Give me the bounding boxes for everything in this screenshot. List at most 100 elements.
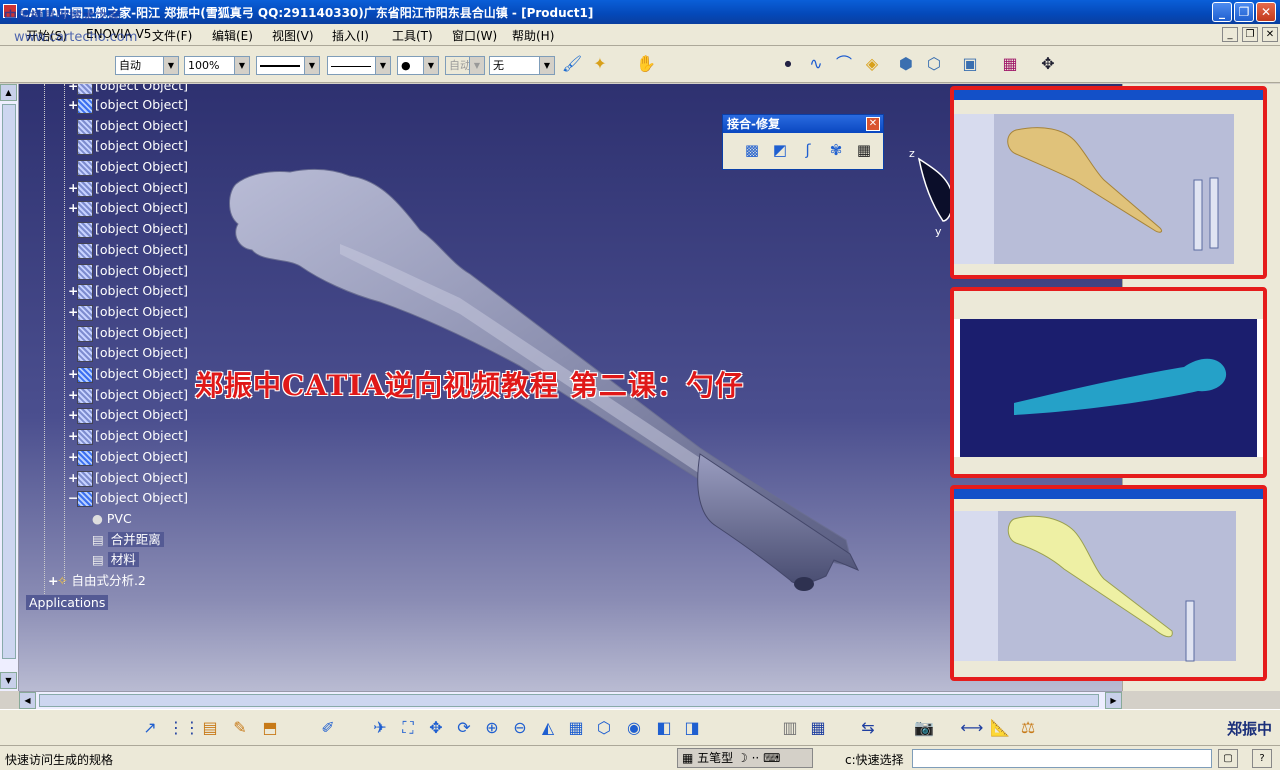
command-input[interactable]	[912, 749, 1212, 768]
select-icon[interactable]: ↗	[138, 716, 162, 740]
point-icon[interactable]: ●	[776, 52, 800, 76]
shading-icon[interactable]: ◉	[622, 716, 646, 740]
disassemble-icon[interactable]: ▦	[853, 139, 875, 161]
scroll-up-icon[interactable]: ▲	[0, 84, 17, 101]
expand-icon[interactable]: +	[68, 281, 78, 301]
menu-window[interactable]: 窗口(W)	[452, 27, 497, 44]
close-button[interactable]: ✕	[1256, 2, 1276, 22]
tree-node[interactable]: − [object Object]	[68, 488, 188, 508]
menu-edit[interactable]: 编辑(E)	[212, 27, 253, 44]
hand-icon[interactable]: ✋	[634, 52, 658, 76]
tree-node[interactable]: + [object Object]	[68, 95, 188, 115]
minimize-button[interactable]: _	[1212, 2, 1232, 22]
box-icon[interactable]: ⬒	[258, 716, 282, 740]
tree-node[interactable]: + [object Object]	[68, 302, 188, 322]
multi-view-icon[interactable]: ▦	[564, 716, 588, 740]
tree-node[interactable]: + [object Object]	[68, 405, 188, 425]
tree-node[interactable]: [object Object]	[68, 136, 188, 156]
material-combo[interactable]: 无 ▼	[489, 56, 555, 75]
tree-node[interactable]: [object Object]	[68, 116, 188, 136]
tree-node[interactable]: + [object Object]	[68, 426, 188, 446]
layer-combo[interactable]: 自动 ▼	[115, 56, 179, 75]
arc-icon[interactable]: ⌒	[832, 52, 856, 76]
measure-between-icon[interactable]: ⟷	[960, 716, 984, 740]
close-icon[interactable]: ✕	[866, 117, 880, 131]
scroll-thumb[interactable]	[2, 104, 16, 659]
menu-help[interactable]: 帮助(H)	[512, 27, 554, 44]
mdi-restore-button[interactable]: ❐	[1242, 27, 1258, 42]
tools-icon[interactable]: ✥	[1036, 52, 1060, 76]
normal-view-icon[interactable]: ◭	[536, 716, 560, 740]
iso-view-icon[interactable]: ⬡	[592, 716, 616, 740]
swap-space-icon[interactable]: ◨	[680, 716, 704, 740]
color-combo[interactable]: 自动 ▼	[445, 56, 485, 75]
linetype-combo[interactable]: ▼	[256, 56, 320, 75]
healing-icon[interactable]: ◩	[769, 139, 791, 161]
tree-node-pvc[interactable]: ● PVC	[92, 509, 132, 529]
tree-node[interactable]: [object Object]	[68, 240, 188, 260]
viewport-horizontal-scrollbar[interactable]: ◀ ▶	[19, 691, 1122, 709]
spline-icon[interactable]: ∿	[804, 52, 828, 76]
zoom-in-icon[interactable]: ⊕	[480, 716, 504, 740]
tree-node[interactable]: [object Object]	[68, 343, 188, 363]
maximize-button[interactable]: ❐	[1234, 2, 1254, 22]
pan-icon[interactable]: ✥	[424, 716, 448, 740]
measure-item-icon[interactable]: 📐	[988, 716, 1012, 740]
rotate-icon[interactable]: ⟳	[452, 716, 476, 740]
scroll-down-icon[interactable]: ▼	[0, 672, 17, 689]
update-icon[interactable]: ⇆	[856, 716, 880, 740]
tree-node[interactable]: + [object Object]	[68, 468, 188, 488]
properties-icon[interactable]: ✦	[588, 52, 612, 76]
expand-icon[interactable]: +	[68, 447, 78, 467]
zoom-combo[interactable]: 100% ▼	[184, 56, 250, 75]
zoom-out-icon[interactable]: ⊖	[508, 716, 532, 740]
scroll-left-icon[interactable]: ◀	[19, 692, 36, 709]
solid-icon[interactable]: ⬢	[894, 52, 918, 76]
menu-view[interactable]: 视图(V)	[272, 27, 314, 44]
tree-node[interactable]: + [object Object]	[68, 447, 188, 467]
expand-icon[interactable]: +	[68, 178, 78, 198]
inertia-icon[interactable]: ⚖	[1016, 716, 1040, 740]
mdi-close-button[interactable]: ✕	[1262, 27, 1278, 42]
surface-icon[interactable]: ◈	[860, 52, 884, 76]
tree-node[interactable]: + [object Object]	[68, 178, 188, 198]
expand-icon[interactable]: +	[68, 426, 78, 446]
tree-icon[interactable]: ▥	[778, 716, 802, 740]
scroll-thumb[interactable]	[39, 694, 1099, 707]
table-icon[interactable]: ▦	[806, 716, 830, 740]
fit-all-icon[interactable]: ⛶	[396, 716, 420, 740]
menu-insert[interactable]: 插入(I)	[332, 27, 369, 44]
measure-icon[interactable]: ✐	[316, 716, 340, 740]
view-icon[interactable]: ▣	[958, 52, 982, 76]
expand-icon[interactable]: +	[48, 571, 58, 591]
camera-icon[interactable]: 📷	[912, 716, 936, 740]
join-icon[interactable]: ▩	[741, 139, 763, 161]
tree-node[interactable]: + [object Object]	[68, 198, 188, 218]
expand-icon[interactable]: +	[68, 405, 78, 425]
lineweight-combo[interactable]: ▼	[327, 56, 391, 75]
tree-node[interactable]: + [object Object]	[68, 364, 188, 384]
tree-node-analysis[interactable]: +✧ 自由式分析.2	[48, 571, 146, 591]
tree-vertical-scrollbar[interactable]: ▲ ▼	[0, 84, 19, 691]
command-button[interactable]: ▢	[1218, 749, 1238, 768]
solid2-icon[interactable]: ⬡	[922, 52, 946, 76]
collapse-icon[interactable]: −	[68, 488, 78, 508]
help-button[interactable]: ?	[1252, 749, 1272, 768]
paint-brush-icon[interactable]: 🖌	[560, 52, 584, 76]
expand-icon[interactable]: +	[68, 364, 78, 384]
tree-node-merge-distance[interactable]: ▤ 合并距离	[92, 530, 164, 550]
tree-node[interactable]: + [object Object]	[68, 281, 188, 301]
expand-icon[interactable]: +	[68, 198, 78, 218]
expand-icon[interactable]: +	[68, 95, 78, 115]
tree-node[interactable]: [object Object]	[68, 157, 188, 177]
expand-icon[interactable]: +	[68, 302, 78, 322]
curve-smooth-icon[interactable]: ʃ	[797, 139, 819, 161]
tree-node[interactable]: [object Object]	[68, 219, 188, 239]
scroll-right-icon[interactable]: ▶	[1105, 692, 1122, 709]
ime-indicator[interactable]: ▦ 五笔型 ☽ ·· ⌨	[677, 748, 813, 768]
tree-node[interactable]: [object Object]	[68, 261, 188, 281]
tree-node-material[interactable]: ▤ 材料	[92, 550, 139, 570]
grid-snap-icon[interactable]: ⋮⋮	[168, 716, 200, 740]
point-combo[interactable]: ● ▼	[397, 56, 439, 75]
expand-icon[interactable]: +	[68, 468, 78, 488]
